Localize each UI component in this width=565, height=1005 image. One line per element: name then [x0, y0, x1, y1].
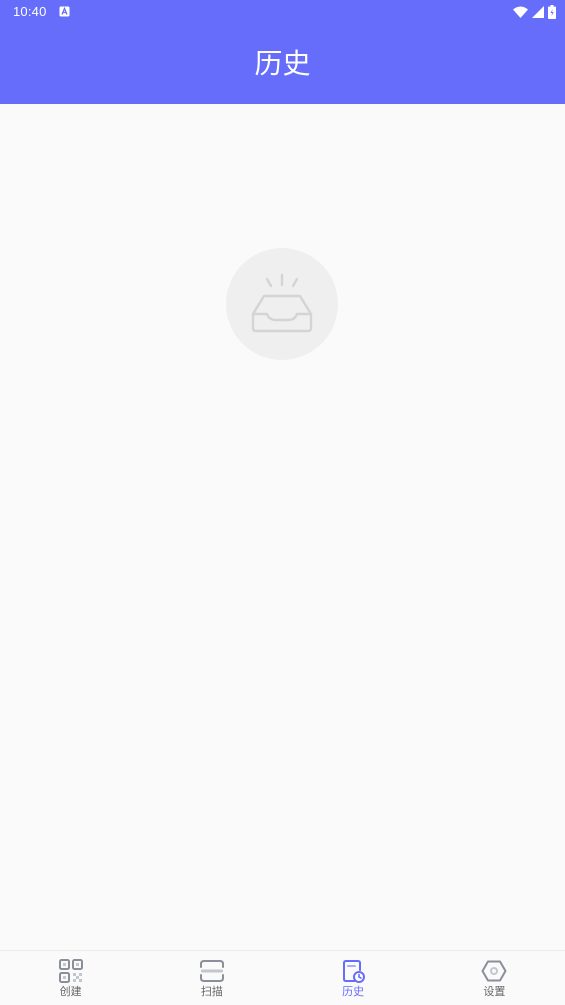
status-bar: 10:40: [0, 0, 565, 24]
scan-icon: [199, 960, 224, 982]
status-time: 10:40: [13, 4, 47, 19]
app-header: 10:40 历史: [0, 0, 565, 104]
nav-item-create[interactable]: 创建: [0, 951, 141, 1005]
empty-state: [226, 248, 338, 360]
bottom-navigation: 创建 扫描 历史 设置: [0, 950, 565, 1005]
notification-a-icon: [59, 6, 70, 17]
signal-icon: [532, 6, 544, 18]
empty-inbox-icon: [251, 273, 313, 333]
nav-item-scan[interactable]: 扫描: [141, 951, 282, 1005]
nav-item-settings[interactable]: 设置: [424, 951, 565, 1005]
page-title: 历史: [254, 47, 311, 80]
nav-label-scan: 扫描: [200, 985, 223, 998]
nav-label-settings: 设置: [483, 985, 506, 998]
nav-label-history: 历史: [342, 985, 365, 998]
qr-code-icon: [58, 959, 83, 983]
wifi-icon: [513, 6, 528, 18]
battery-icon: [548, 5, 556, 19]
history-doc-icon: [343, 960, 366, 983]
status-icons: [513, 4, 556, 20]
history-content[interactable]: [0, 104, 565, 950]
nav-label-create: 创建: [59, 985, 82, 998]
settings-hexagon-icon: [481, 960, 507, 982]
nav-item-history[interactable]: 历史: [283, 951, 424, 1005]
